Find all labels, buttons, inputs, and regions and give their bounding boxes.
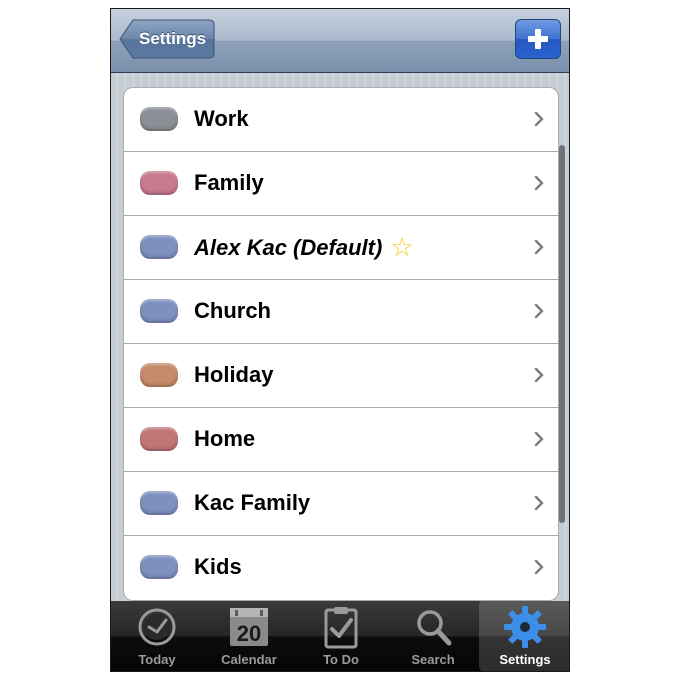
gear-icon xyxy=(504,606,546,648)
list-item[interactable]: Holiday xyxy=(124,344,558,408)
chevron-right-icon xyxy=(534,111,544,127)
list-item[interactable]: Home xyxy=(124,408,558,472)
chevron-right-icon xyxy=(534,559,544,575)
chevron-right-icon xyxy=(534,175,544,191)
back-button-label: Settings xyxy=(139,29,207,48)
category-list: Work Family Alex Kac (Default) ☆ Church xyxy=(123,87,559,601)
category-list-area[interactable]: Work Family Alex Kac (Default) ☆ Church xyxy=(111,73,569,603)
color-swatch xyxy=(140,427,178,451)
category-label: Holiday xyxy=(194,362,274,387)
list-item[interactable]: Church xyxy=(124,280,558,344)
chevron-right-icon xyxy=(534,431,544,447)
category-label-default: Alex Kac (Default) ☆ xyxy=(194,216,414,279)
tab-to-do[interactable]: To Do xyxy=(295,601,387,671)
phone-screen: Settings Work Family Alex Kac (Default) ☆ xyxy=(110,8,570,672)
chevron-right-icon xyxy=(534,367,544,383)
category-label-text: Alex Kac (Default) xyxy=(194,235,383,260)
category-label: Work xyxy=(194,106,249,131)
tab-today[interactable]: Today xyxy=(111,601,203,671)
category-label: Family xyxy=(194,170,264,195)
tab-label: To Do xyxy=(323,652,359,667)
list-item[interactable]: Work xyxy=(124,88,558,152)
tab-calendar[interactable]: 20 Calendar xyxy=(203,601,295,671)
navigation-bar: Settings xyxy=(111,9,569,73)
chevron-right-icon xyxy=(534,239,544,255)
tab-bar: Today 20 Calendar To Do Search Settings xyxy=(111,601,569,671)
color-swatch xyxy=(140,107,178,131)
color-swatch xyxy=(140,555,178,579)
settings-back-button[interactable]: Settings xyxy=(119,19,215,59)
tab-label: Settings xyxy=(499,652,551,667)
tab-label: Calendar xyxy=(221,652,277,667)
color-swatch xyxy=(140,235,178,259)
list-item[interactable]: Kac Family xyxy=(124,472,558,536)
category-label: Kac Family xyxy=(194,490,311,515)
chevron-right-icon xyxy=(534,303,544,319)
clipboard-check-icon xyxy=(324,607,358,649)
color-swatch xyxy=(140,363,178,387)
color-swatch xyxy=(140,171,178,195)
list-item[interactable]: Alex Kac (Default) ☆ xyxy=(124,216,558,280)
color-swatch xyxy=(140,299,178,323)
chevron-right-icon xyxy=(534,495,544,511)
category-label: Kids xyxy=(194,554,242,579)
plus-icon-bar xyxy=(528,36,548,42)
list-item[interactable]: Kids xyxy=(124,536,558,600)
tab-label: Search xyxy=(411,652,455,667)
tab-label: Today xyxy=(138,652,176,667)
list-item[interactable]: Family xyxy=(124,152,558,216)
clock-icon xyxy=(138,608,176,646)
calendar-date: 20 xyxy=(236,621,262,646)
magnifier-icon xyxy=(417,610,452,646)
tab-settings[interactable]: Settings xyxy=(479,601,569,671)
category-label: Church xyxy=(194,298,271,323)
tab-search[interactable]: Search xyxy=(387,601,479,671)
category-label: Home xyxy=(194,426,256,451)
add-category-button[interactable] xyxy=(515,19,561,59)
star-icon: ☆ xyxy=(390,232,414,262)
scrollbar[interactable] xyxy=(559,145,565,523)
color-swatch xyxy=(140,491,178,515)
